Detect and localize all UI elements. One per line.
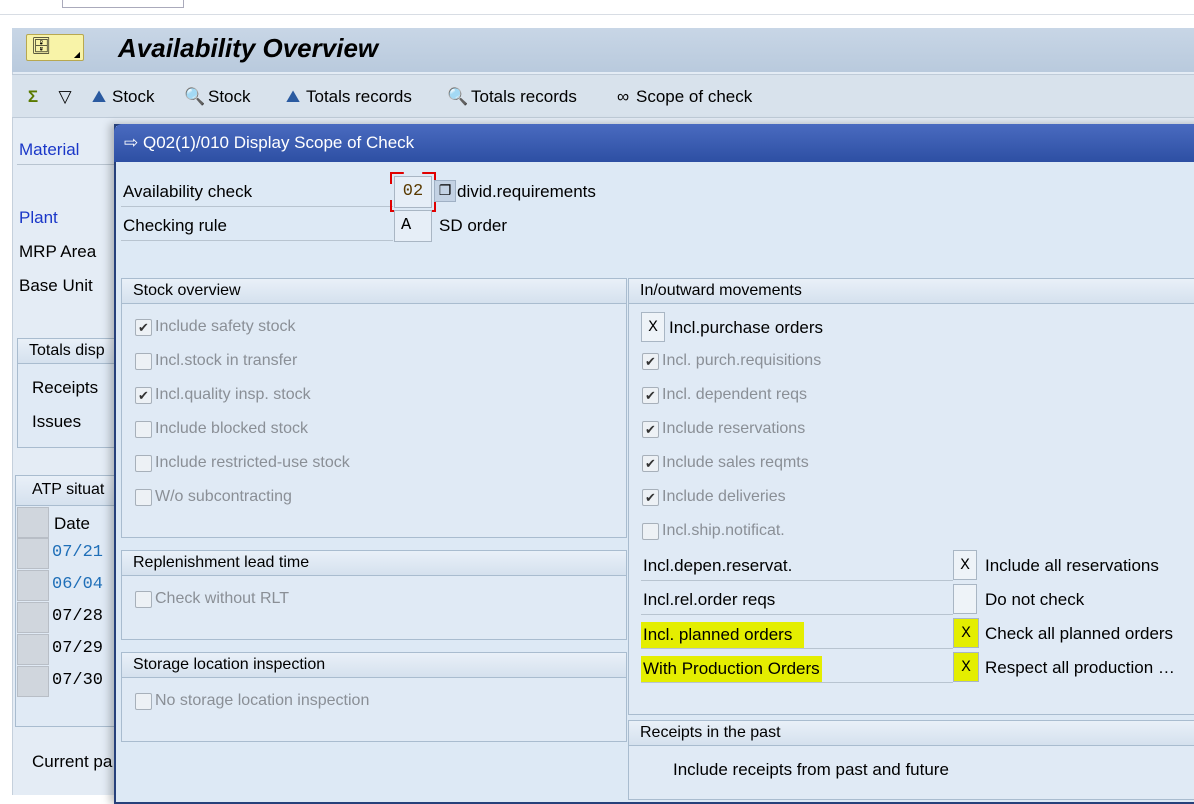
- checkbox-unchecked-icon: [135, 692, 152, 710]
- row-selector[interactable]: [17, 570, 49, 601]
- purchase-orders-field[interactable]: X: [641, 312, 665, 342]
- person-mountain-icon: ⛰: [91, 87, 107, 106]
- option-desc: Include all reservations: [985, 556, 1159, 575]
- row-selector[interactable]: [17, 634, 49, 665]
- atp-date[interactable]: 06/04: [52, 575, 103, 594]
- purchase-orders-label: Incl.purchase orders: [669, 318, 824, 337]
- row-selector[interactable]: [17, 538, 49, 569]
- group-title: Stock overview: [122, 279, 626, 304]
- highlighted-option-label: Incl. planned orders: [641, 622, 805, 648]
- totals-records-display-button[interactable]: 🔍 Totals records: [447, 86, 576, 108]
- dependent-reqs-checkbox[interactable]: ✔ Incl. dependent reqs: [642, 386, 807, 404]
- group-title: Storage location inspection: [122, 653, 626, 678]
- filter-icon: ▽: [58, 87, 72, 106]
- availability-check-desc: divid.requirements: [457, 182, 596, 201]
- sigma-icon: Σ: [27, 87, 39, 106]
- checkbox-checked-icon: ✔: [642, 454, 659, 472]
- row-selector[interactable]: [17, 602, 49, 633]
- receipts-past-value: Include receipts from past and future: [673, 760, 949, 779]
- option-desc: Respect all production …: [985, 658, 1175, 677]
- mrp-area-label: MRP Area: [19, 242, 97, 261]
- ship-notificat-checkbox[interactable]: Incl.ship.notificat.: [642, 522, 785, 540]
- blocked-stock-checkbox[interactable]: Include blocked stock: [135, 420, 308, 438]
- row-selector[interactable]: [17, 666, 49, 697]
- group-title: Receipts in the past: [629, 721, 1194, 746]
- checkbox-checked-icon: ✔: [642, 386, 659, 404]
- material-label: Material: [19, 140, 80, 159]
- monitor-magnifier-icon: 🔍: [447, 87, 469, 106]
- group-title: Replenishment lead time: [122, 551, 626, 576]
- checkbox-unchecked-icon: [135, 420, 152, 438]
- checkbox-unchecked-icon: [135, 590, 152, 608]
- select-all-cell[interactable]: [17, 507, 49, 538]
- checkbox-checked-icon: ✔: [642, 488, 659, 506]
- totals-display-tab[interactable]: Totals disp: [18, 339, 116, 364]
- atp-date: 07/29: [52, 639, 104, 658]
- menu-icon: 🗄: [31, 36, 52, 55]
- atp-situation-tab[interactable]: ATP situat: [16, 476, 116, 506]
- restricted-use-stock-checkbox[interactable]: Include restricted-use stock: [135, 454, 350, 472]
- checkbox-unchecked-icon: [135, 488, 152, 506]
- current-label: Current pa: [32, 752, 113, 771]
- display-icon: ⇨: [124, 133, 139, 152]
- planned-orders-field[interactable]: X: [953, 618, 979, 648]
- atp-date: 07/28: [52, 607, 104, 626]
- page-title: Availability Overview: [118, 33, 379, 63]
- checking-rule-field[interactable]: A: [394, 210, 432, 242]
- copy-icon[interactable]: ❐: [434, 180, 456, 202]
- checking-rule-desc: SD order: [439, 216, 508, 235]
- atp-date[interactable]: 07/21: [52, 543, 103, 562]
- checkbox-unchecked-icon: [135, 352, 152, 370]
- group-title: In/outward movements: [629, 279, 1194, 304]
- person-mountain-icon: ⛰: [285, 87, 301, 106]
- command-field[interactable]: [62, 0, 184, 8]
- highlighted-option-label: With Production Orders: [641, 656, 822, 682]
- checkbox-checked-icon: ✔: [642, 352, 659, 370]
- include-safety-stock-checkbox[interactable]: ✔ Include safety stock: [135, 318, 296, 336]
- checking-rule-label: Checking rule: [123, 216, 227, 235]
- checkbox-checked-icon: ✔: [642, 420, 659, 438]
- no-storage-inspection-checkbox[interactable]: No storage location inspection: [135, 692, 369, 710]
- checkbox-checked-icon: ✔: [135, 318, 152, 336]
- checkbox-checked-icon: ✔: [135, 386, 152, 404]
- filter-button[interactable]: ▽: [54, 86, 76, 108]
- issues-label: Issues: [32, 412, 82, 431]
- atp-date: 07/30: [52, 671, 104, 690]
- date-column-header[interactable]: Date: [54, 514, 90, 534]
- menu-button[interactable]: 🗄 ◢: [26, 34, 84, 61]
- quality-insp-stock-checkbox[interactable]: ✔ Incl.quality insp. stock: [135, 386, 311, 404]
- receipts-label: Receipts: [32, 378, 99, 397]
- deliveries-checkbox[interactable]: ✔ Include deliveries: [642, 488, 786, 506]
- scope-of-check-button[interactable]: ∞ Scope of check: [612, 86, 752, 108]
- base-unit-label: Base Unit: [19, 276, 93, 295]
- production-orders-field[interactable]: X: [953, 652, 979, 682]
- dropdown-arrow-icon: ◢: [73, 50, 80, 59]
- checkbox-unchecked-icon: [642, 522, 659, 540]
- subcontracting-checkbox[interactable]: W/o subcontracting: [135, 488, 292, 506]
- depen-reservat-field[interactable]: X: [953, 550, 977, 580]
- availability-check-label: Availability check: [123, 182, 253, 201]
- checkbox-unchecked-icon: [135, 454, 152, 472]
- totals-records-button[interactable]: ⛰ Totals records: [282, 86, 412, 108]
- reservations-checkbox[interactable]: ✔ Include reservations: [642, 420, 805, 438]
- check-without-rlt-checkbox[interactable]: Check without RLT: [135, 590, 289, 608]
- option-desc: Check all planned orders: [985, 624, 1174, 643]
- stock-in-transfer-checkbox[interactable]: Incl.stock in transfer: [135, 352, 297, 370]
- option-label: Incl.rel.order reqs: [643, 590, 776, 609]
- monitor-magnifier-icon: 🔍: [184, 87, 206, 106]
- sales-reqmts-checkbox[interactable]: ✔ Include sales reqmts: [642, 454, 809, 472]
- option-desc: Do not check: [985, 590, 1085, 609]
- glasses-icon: ∞: [616, 87, 630, 106]
- plant-label: Plant: [19, 208, 58, 227]
- option-label: Incl.depen.reservat.: [643, 556, 793, 575]
- dialog-title: ⇨ Q02(1)/010 Display Scope of Check: [124, 133, 415, 152]
- required-marker: [390, 172, 436, 212]
- stock-button[interactable]: ⛰ Stock: [88, 86, 155, 108]
- stock-display-button[interactable]: 🔍 Stock: [184, 86, 250, 108]
- purch-requisitions-checkbox[interactable]: ✔ Incl. purch.requisitions: [642, 352, 821, 370]
- rel-order-reqs-field[interactable]: [953, 584, 977, 614]
- sum-button[interactable]: Σ: [22, 86, 44, 108]
